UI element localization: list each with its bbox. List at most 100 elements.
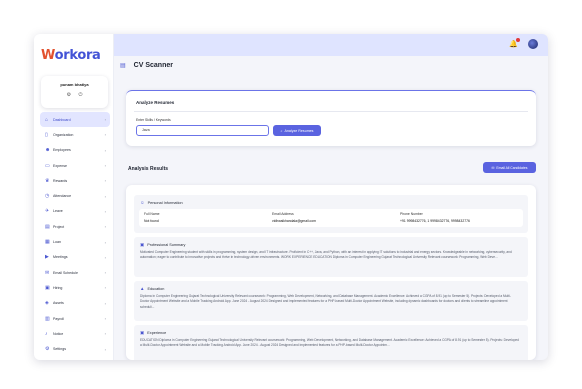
sidebar-item-leave[interactable]: ✈ Leave › (40, 204, 110, 219)
sidebar-item-notice[interactable]: ♪ Notice › (40, 326, 110, 341)
mail-icon: ✉ (45, 269, 50, 276)
sidebar-item-expense[interactable]: ▭ Expense › (40, 158, 110, 173)
chevron-right-icon: › (104, 163, 106, 169)
top-bar: 🔔 (114, 34, 548, 56)
sidebar-item-settings[interactable]: ⚙ Settings › (40, 341, 110, 356)
sidebar-item-label: Organization (53, 132, 74, 137)
sidebar-item-assets[interactable]: ◈ Assets › (40, 296, 110, 311)
graduation-cap-icon: ▲ (140, 286, 145, 291)
results-title: Analysis Results (128, 166, 169, 172)
summary-text: Motivated Computer Engineering student w… (140, 250, 512, 260)
sidebar-item-project[interactable]: ▤ Project › (40, 219, 110, 234)
folder-icon: ▤ (45, 223, 50, 230)
chevron-right-icon: › (104, 193, 106, 199)
divider (134, 111, 528, 112)
chevron-right-icon: › (104, 132, 106, 138)
skills-label: Enter Skills / Keywords (136, 118, 171, 122)
summary-section: ▣ Professional Summary Motivated Computer… (134, 237, 528, 277)
bell-icon: ♪ (45, 330, 48, 337)
plane-icon: ✈ (45, 208, 50, 215)
chevron-right-icon: › (104, 270, 106, 276)
sidebar-item-payroll[interactable]: ▥ Payroll › (40, 311, 110, 326)
sidebar-item-label: Hiring (53, 285, 63, 290)
sidebar-item-loan[interactable]: ▦ Loan › (40, 234, 110, 249)
chevron-right-icon: › (104, 178, 106, 184)
users-icon: ☻ (45, 147, 51, 154)
document-icon: ▤ (120, 63, 126, 69)
briefcase-icon: ▣ (45, 284, 50, 291)
notification-badge (516, 38, 520, 42)
chevron-right-icon: › (104, 346, 106, 352)
building-icon: ▯ (45, 131, 48, 138)
home-icon: ⌂ (45, 116, 49, 123)
chevron-right-icon: › (104, 254, 106, 260)
sidebar-item-label: Leave (53, 209, 63, 214)
video-icon: ▶ (45, 254, 49, 261)
logout-icon[interactable]: ⏻ (78, 92, 82, 98)
chevron-right-icon: › (104, 147, 106, 153)
chevron-right-icon: › (104, 208, 106, 214)
avatar[interactable] (528, 39, 538, 49)
analyze-title: Analyze Resumes (136, 100, 175, 105)
experience-text: EDUCATION Diploma in Computer Engineerin… (140, 338, 519, 348)
clock-icon: ◷ (45, 193, 50, 200)
app-window: Workora punam bhatiya ⚙ ⏻ ⌂ Dashboard › ▯ Or… (34, 34, 548, 360)
payroll-icon: ▥ (45, 315, 50, 322)
experience-title: ▣ Experience (140, 330, 167, 335)
sidebar-item-label: Email Schedule (53, 270, 78, 275)
sidebar-item-employees[interactable]: ☻ Employees › (40, 143, 110, 158)
analyze-resumes-button[interactable]: ⌕ Analyze Resumes (273, 125, 321, 136)
sidebar-item-attendance[interactable]: ◷ Attendance › (40, 188, 110, 203)
phone-field: Phone Number +91 9998432776, 1 999843277… (400, 212, 470, 223)
chevron-right-icon: › (104, 224, 106, 230)
personal-info-title: ☺ Personal Information (140, 200, 183, 205)
chevron-right-icon: › (104, 285, 106, 291)
search-icon: ⌕ (280, 128, 283, 133)
personal-info-section: ☺ Personal Information Full Name Not foun… (134, 195, 528, 233)
user-name: punam bhatiya (60, 82, 89, 87)
chevron-right-icon: › (104, 316, 106, 321)
gear-icon: ⚙ (45, 346, 50, 353)
sidebar-item-label: Meetings (53, 255, 68, 260)
skills-input[interactable]: Java (136, 125, 269, 136)
chevron-right-icon: › (104, 239, 106, 245)
sidebar-item-label: Rewards (53, 178, 68, 183)
wallet-icon: ▭ (45, 162, 50, 169)
experience-section: ▣ Experience EDUCATION Diploma in Compute… (134, 325, 528, 360)
results-card: ☺ Personal Information Full Name Not foun… (126, 185, 536, 360)
sidebar-item-label: Employees (53, 148, 71, 153)
email-all-button[interactable]: ✉ Email All Candidates (483, 162, 536, 173)
sidebar-item-email-schedule[interactable]: ✉ Email Schedule › (40, 265, 110, 280)
briefcase-icon: ▣ (140, 330, 145, 335)
education-section: ▲ Education Diploma in Computer Engineeri… (134, 281, 528, 321)
sidebar-item-label: Dashboard (53, 117, 71, 122)
sidebar-item-dashboard[interactable]: ⌂ Dashboard › (40, 112, 110, 128)
page-title: CV Scanner (133, 62, 173, 69)
chevron-right-icon: › (104, 331, 106, 337)
mail-icon: ✉ (491, 165, 495, 170)
app-logo[interactable]: Workora (41, 48, 101, 63)
full-name-field: Full Name Not found (144, 212, 160, 223)
sidebar-item-label: Settings (53, 347, 66, 352)
user-actions: ⚙ ⏻ (41, 92, 108, 98)
personal-info-box: Full Name Not found Email Address vidhwa… (139, 209, 523, 227)
user-card: punam bhatiya ⚙ ⏻ (41, 76, 108, 108)
user-icon: ☺ (140, 200, 145, 205)
sidebar-item-label: Project (53, 224, 65, 229)
sidebar-item-organization[interactable]: ▯ Organization › (40, 127, 110, 142)
sidebar-item-label: Assets (53, 301, 64, 306)
trophy-icon: ♛ (45, 177, 50, 184)
chevron-right-icon: › (104, 300, 106, 306)
sidebar-item-label: Attendance (53, 194, 72, 199)
sidebar-item-label: Notice (53, 331, 64, 336)
sidebar-item-label: Expense (53, 163, 67, 168)
sidebar: Workora punam bhatiya ⚙ ⏻ ⌂ Dashboard › ▯ Or… (34, 34, 114, 360)
settings-icon[interactable]: ⚙ (67, 92, 71, 98)
briefcase-icon: ▣ (140, 242, 145, 247)
sidebar-item-hiring[interactable]: ▣ Hiring › (40, 280, 110, 295)
education-title: ▲ Education (140, 286, 165, 291)
sidebar-item-rewards[interactable]: ♛ Rewards › (40, 173, 110, 188)
sidebar-item-meetings[interactable]: ▶ Meetings › (40, 250, 110, 265)
email-field: Email Address vidhwaikhandala@gmail.com (272, 212, 316, 223)
education-text: Diploma in Computer Engineering Gujarat … (140, 294, 511, 309)
